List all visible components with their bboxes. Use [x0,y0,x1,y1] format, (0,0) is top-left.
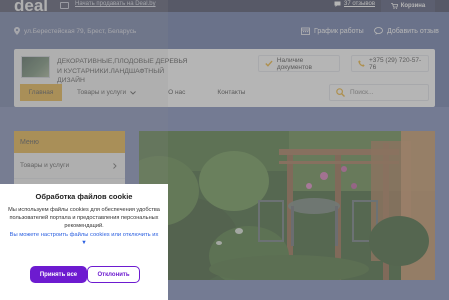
search-icon [335,88,345,97]
search-box [329,84,429,101]
nav-home[interactable]: Главная [20,84,62,101]
accept-all-button[interactable]: Принять все [30,266,87,283]
nav-contacts[interactable]: Контакты [194,84,254,101]
add-review-link[interactable]: Добавить отзыв [374,27,439,35]
nav-products[interactable]: Товары и услуги [62,84,145,101]
phone-number: +375 (29) 720-57-76 [368,56,422,71]
cookie-buttons: Принять все Отклонить [30,266,140,283]
garden-scene [139,131,435,280]
garden-photo [139,131,435,280]
phone-button[interactable]: +375 (29) 720-57-76 [351,55,429,72]
chat-bubble-icon [334,1,341,7]
top-bar: deal Начать продавать на Deal.by 37 отзы… [0,0,449,15]
calendar-icon [301,27,310,35]
company-address: ул.Берестейская 79, Брест, Беларусь [14,27,136,35]
cookie-dialog: Обработка файлов cookie Мы используем фа… [0,184,168,300]
cookie-text: Мы используем файлы cookies для обеспече… [8,207,160,229]
menu-title: Меню [14,131,125,153]
company-card: ДЕКОРАТИВНЫЕ,ПЛОДОВЫЕ ДЕРЕВЬЯ И КУСТАРНИ… [14,49,435,107]
schedule-label: График работы [314,27,364,35]
decline-button[interactable]: Отклонить [87,266,140,283]
sidebar-item-label: Товары и услуги [20,162,70,169]
company-name[interactable]: ДЕКОРАТИВНЫЕ,ПЛОДОВЫЕ ДЕРЕВЬЯ И КУСТАРНИ… [57,57,189,86]
chevron-down-icon [130,90,136,95]
location-pin-icon [14,27,20,35]
cart-icon [390,3,398,9]
main-nav: Главная Товары и услуги О нас Контакты [20,84,254,101]
documents-label: Наличие документов [276,56,312,71]
search-input[interactable] [350,89,424,96]
start-selling-link[interactable]: Начать продавать на Deal.by [75,1,156,7]
cookie-settings-link[interactable]: Вы можете настроить файлы cookies или от… [6,231,162,247]
reviews-link[interactable]: 37 отзывов [334,1,375,7]
cookie-title: Обработка файлов cookie [35,192,133,201]
cart-label: Корзина [400,3,426,9]
comment-icon [374,27,383,35]
cart-button[interactable]: Корзина [381,0,435,12]
nav-about[interactable]: О нас [145,84,194,101]
checkmark-icon [265,60,273,67]
chevron-right-icon [113,162,117,169]
company-thumbnail[interactable] [21,56,50,78]
documents-button[interactable]: Наличие документов [258,55,340,72]
phone-icon [358,60,365,67]
reviews-count: 37 отзывов [344,1,376,7]
logo-badge-icon [60,2,69,9]
schedule-link[interactable]: График работы [301,27,364,35]
address-text: ул.Берестейская 79, Брест, Беларусь [24,27,137,35]
add-review-label: Добавить отзыв [387,27,439,35]
nav-products-label: Товары и услуги [77,89,127,96]
sidebar-item-products[interactable]: Товары и услуги [14,153,125,179]
search-button[interactable] [330,85,350,100]
